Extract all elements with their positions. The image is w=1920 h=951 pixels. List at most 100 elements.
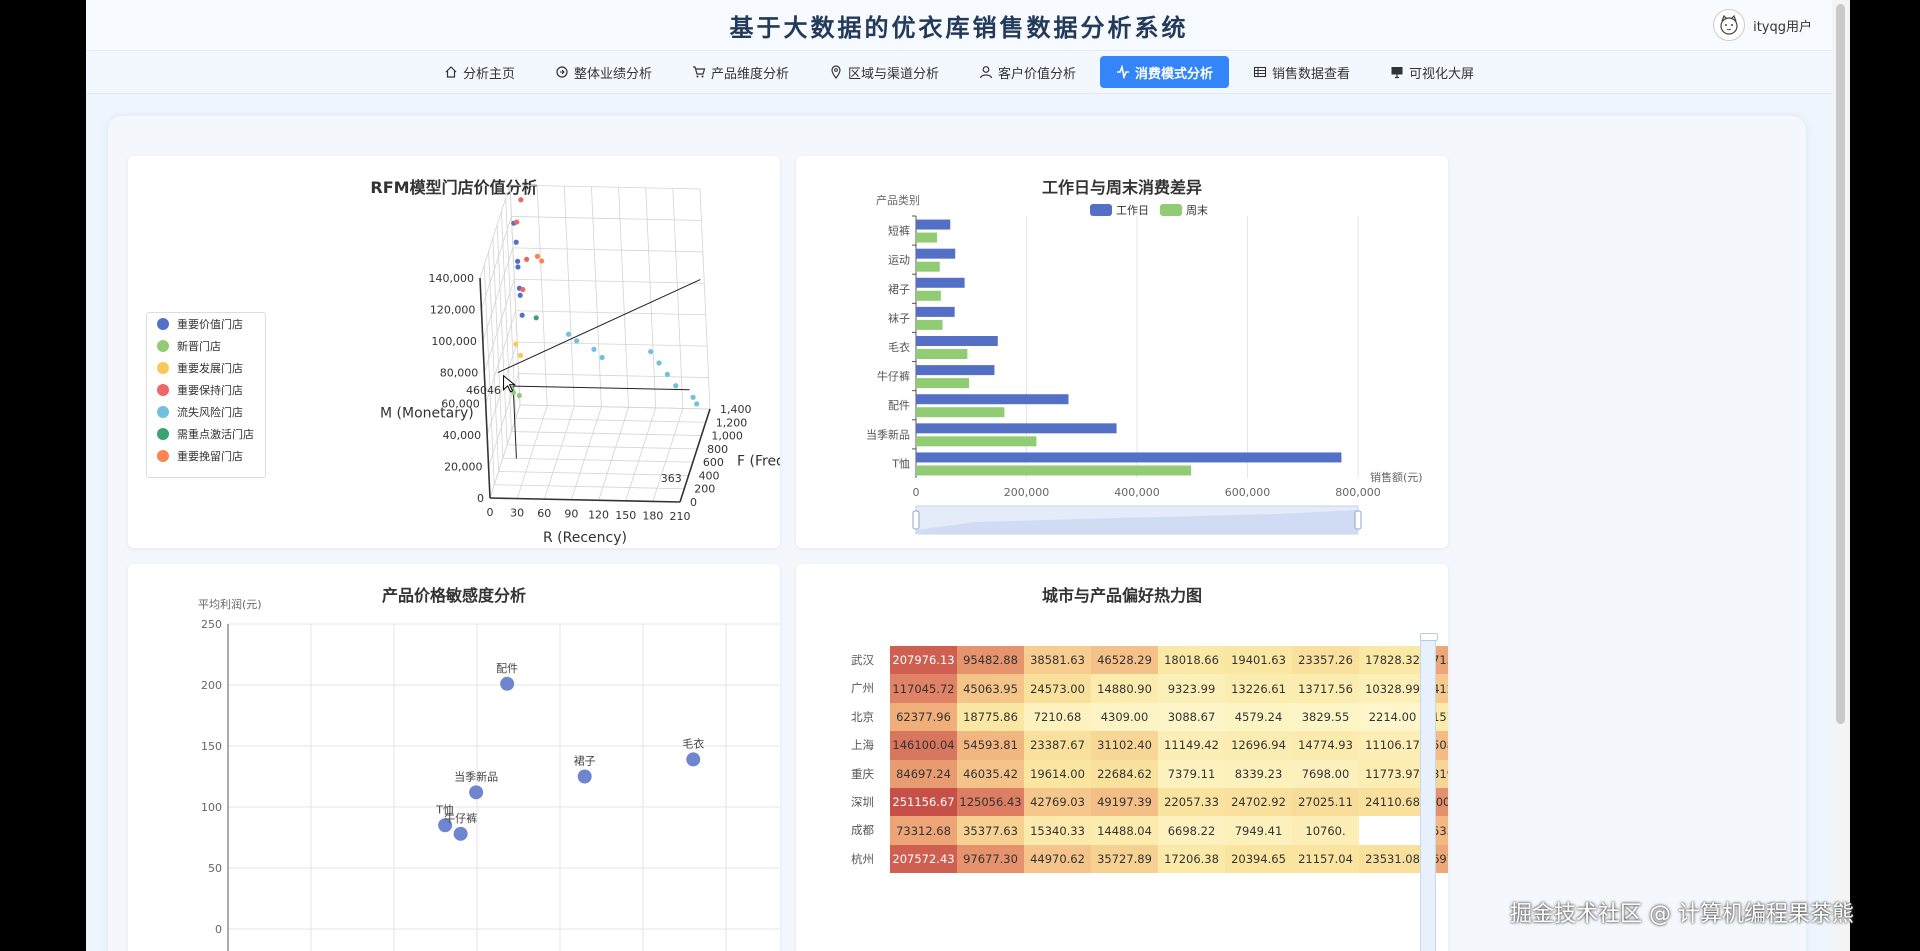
heatmap-cell[interactable]: 19401.63	[1225, 646, 1292, 675]
rfm-point[interactable]	[565, 331, 572, 337]
rfm-point[interactable]	[656, 360, 662, 366]
heatmap-cell[interactable]: 27025.11	[1292, 788, 1359, 817]
bar-weekday[interactable]	[916, 248, 956, 259]
rfm-point[interactable]	[514, 219, 520, 225]
rfm-point[interactable]	[673, 383, 679, 389]
heatmap-cell[interactable]: 3088.67	[1158, 702, 1225, 732]
heatmap-cell[interactable]: 7210.68	[1024, 702, 1091, 732]
avatar[interactable]	[1713, 9, 1746, 41]
bar-weekend[interactable]	[916, 290, 941, 301]
scatter-point[interactable]	[686, 752, 701, 767]
bar-weekday[interactable]	[916, 365, 995, 376]
heatmap-cell[interactable]: 12696.94	[1225, 731, 1292, 760]
rfm-point[interactable]	[599, 354, 605, 361]
bar-weekend[interactable]	[916, 407, 1005, 418]
legend-swatch[interactable]	[1160, 204, 1182, 216]
heatmap-cell[interactable]: 7379.11	[1158, 759, 1225, 788]
heatmap-cell[interactable]: 18018.66	[1158, 646, 1225, 675]
rfm-point[interactable]	[518, 197, 524, 203]
bar-weekday[interactable]	[916, 306, 955, 317]
city-product-heatmap[interactable]: 武汉 207976.13 95482.88 38581.63 46528.29 18018…	[796, 564, 1448, 951]
heatmap-cell[interactable]: 20394.65	[1225, 844, 1292, 874]
heatmap-cell[interactable]: 146100.04	[890, 731, 957, 760]
rfm-point[interactable]	[534, 253, 541, 259]
heatmap-cell[interactable]: 17828.32	[1359, 646, 1426, 675]
visual-map-handle[interactable]	[1420, 633, 1438, 641]
nav-item-3[interactable]: 区域与渠道分析	[813, 56, 955, 88]
bar-weekday[interactable]	[916, 277, 965, 288]
heatmap-cell[interactable]: 4309.00	[1091, 702, 1158, 732]
bar-weekday[interactable]	[916, 336, 998, 346]
heatmap-cell[interactable]: 23357.26	[1292, 646, 1359, 675]
heatmap-cell[interactable]: 8339.23	[1225, 759, 1292, 788]
heatmap-cell[interactable]: 22057.33	[1158, 788, 1225, 817]
weekday-weekend-bar-chart[interactable]: 0 200,000 400,000 600,000 800,000 短裤运动裙子袜子毛衣牛…	[796, 156, 1448, 548]
scatter-point[interactable]	[577, 769, 592, 784]
rfm-point[interactable]	[517, 352, 524, 359]
scatter-point[interactable]	[500, 676, 515, 691]
heatmap-cell[interactable]: 97677.30	[957, 844, 1024, 874]
heatmap-cell[interactable]: 11149.42	[1158, 731, 1225, 760]
rfm-point[interactable]	[591, 346, 597, 352]
heatmap-cell[interactable]: 46528.29	[1091, 646, 1158, 675]
rfm-point[interactable]	[513, 239, 519, 245]
heatmap-cell[interactable]: 11106.17	[1359, 731, 1426, 760]
rfm-point[interactable]	[539, 258, 545, 264]
bar-weekday[interactable]	[916, 452, 1342, 463]
heatmap-cell[interactable]: 24573.00	[1024, 674, 1091, 703]
scrollbar-thumb[interactable]	[1836, 4, 1845, 724]
bar-weekend[interactable]	[916, 349, 968, 359]
heatmap-cell[interactable]: 35727.89	[1091, 844, 1158, 874]
nav-item-1[interactable]: 整体业绩分析	[539, 56, 668, 88]
heatmap-cell[interactable]: 73312.68	[890, 816, 957, 845]
heatmap-cell[interactable]: 14880.90	[1091, 674, 1158, 703]
heatmap-cell[interactable]: 251156.67	[890, 788, 957, 817]
rfm-point[interactable]	[664, 371, 670, 377]
heatmap-cell[interactable]: 125056.43	[957, 788, 1024, 817]
heatmap-cell[interactable]: 19614.00	[1024, 759, 1091, 788]
rfm-point[interactable]	[520, 286, 526, 293]
rfm-point[interactable]	[533, 315, 539, 321]
bar-weekend[interactable]	[916, 436, 1037, 447]
heatmap-cell[interactable]: 24110.68	[1359, 788, 1426, 817]
heatmap-cell[interactable]: 22684.62	[1091, 759, 1158, 788]
bar-weekday[interactable]	[916, 219, 951, 230]
heatmap-cell[interactable]: 10760.	[1292, 816, 1359, 845]
heatmap-cell[interactable]: 54593.81	[957, 731, 1024, 760]
heatmap-cell[interactable]: 18775.86	[957, 702, 1024, 732]
data-zoom-handle-left[interactable]	[912, 510, 920, 530]
heatmap-cell[interactable]: 13717.56	[1292, 674, 1359, 703]
heatmap-cell[interactable]: 49197.39	[1091, 788, 1158, 817]
rfm-point[interactable]	[517, 292, 523, 298]
heatmap-cell[interactable]: 3829.55	[1292, 702, 1359, 732]
scatter-point[interactable]	[453, 826, 468, 841]
heatmap-cell[interactable]: 15340.33	[1024, 816, 1091, 845]
bar-weekend[interactable]	[916, 319, 943, 330]
rfm-point[interactable]	[694, 401, 700, 407]
heatmap-cell[interactable]: 62377.96	[890, 702, 957, 732]
bar-weekend[interactable]	[916, 261, 940, 272]
heatmap-cell[interactable]: 46035.42	[957, 759, 1024, 788]
rfm-point[interactable]	[516, 392, 522, 399]
rfm-point[interactable]	[515, 258, 521, 264]
bar-weekday[interactable]	[916, 423, 1117, 434]
price-sensitivity-scatter[interactable]: 050100150200250平均利润(元)配件毛衣裙子当季新品T恤牛仔裤	[128, 564, 780, 951]
nav-item-0[interactable]: 分析主页	[428, 56, 531, 88]
heatmap-cell[interactable]: 2214.00	[1359, 702, 1426, 732]
heatmap-cell[interactable]: 95482.88	[957, 646, 1024, 675]
bar-weekend[interactable]	[916, 465, 1192, 476]
heatmap-cell[interactable]: 9323.99	[1158, 674, 1225, 703]
nav-item-6[interactable]: 销售数据查看	[1237, 56, 1366, 88]
heatmap-cell[interactable]: 4579.24	[1225, 702, 1292, 732]
heatmap-cell[interactable]	[1359, 816, 1426, 845]
legend-label[interactable]: 工作日	[1116, 204, 1149, 217]
heatmap-cell[interactable]: 35377.63	[957, 816, 1024, 845]
rfm-point[interactable]	[524, 256, 530, 262]
nav-item-5[interactable]: 消费模式分析	[1100, 56, 1230, 88]
bar-weekday[interactable]	[916, 394, 1069, 405]
rfm-point[interactable]	[690, 394, 696, 400]
bar-weekend[interactable]	[916, 232, 937, 243]
rfm-point[interactable]	[574, 338, 580, 344]
heatmap-cell[interactable]: 31102.40	[1091, 731, 1158, 760]
legend-label[interactable]: 周末	[1186, 203, 1208, 217]
